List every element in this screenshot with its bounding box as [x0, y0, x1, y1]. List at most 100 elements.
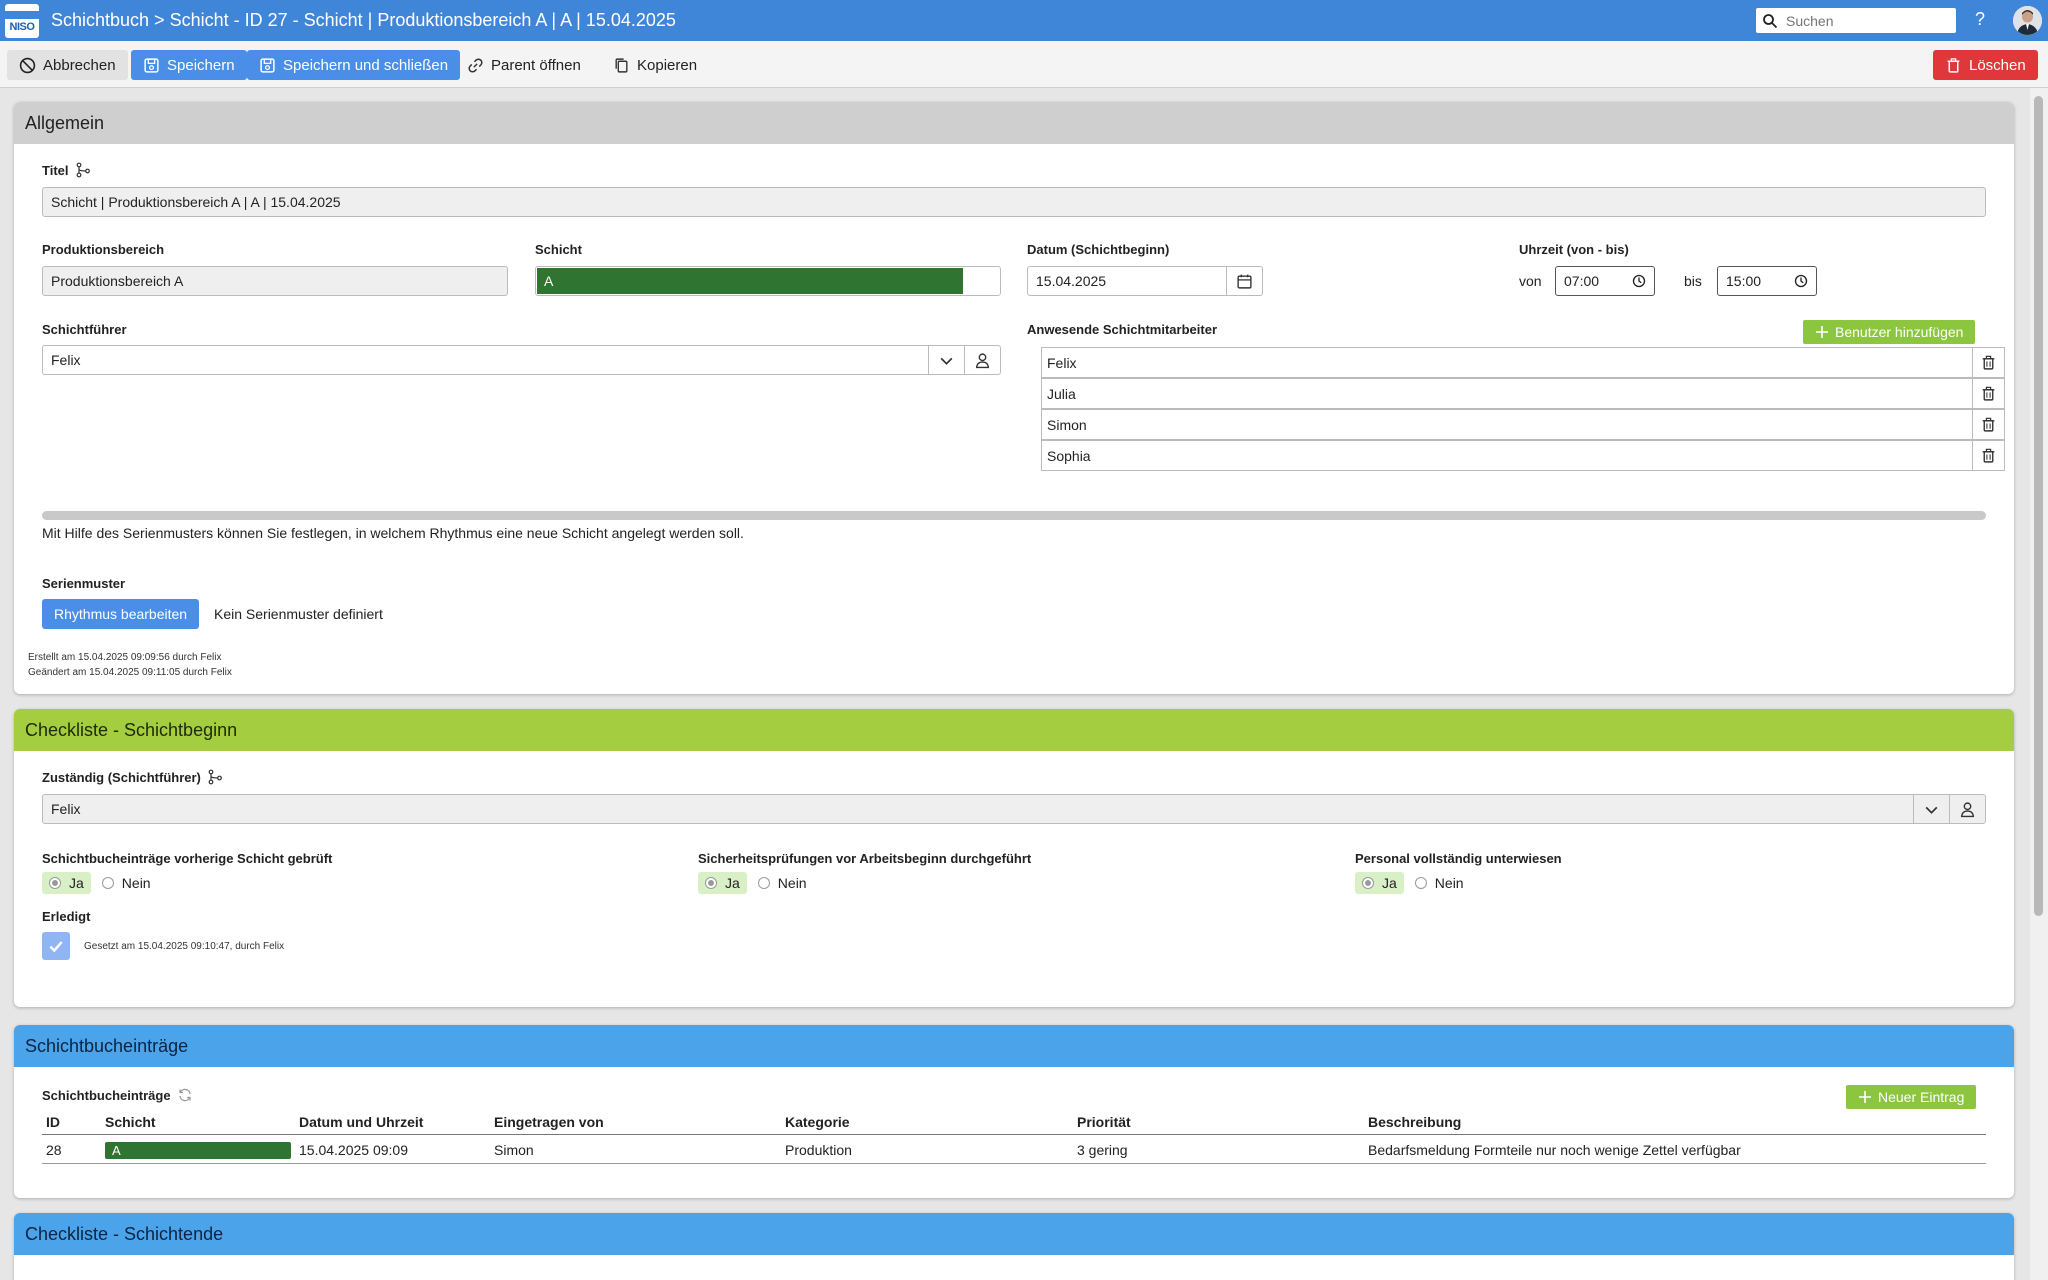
radio-checked-icon	[49, 877, 61, 889]
column-header-kategorie[interactable]: Kategorie	[785, 1114, 850, 1130]
user-avatar[interactable]	[2013, 6, 2042, 35]
help-icon[interactable]: ?	[1975, 9, 1985, 30]
mitarbeiter-row[interactable]: Julia	[1041, 378, 2005, 409]
schicht-value: A	[544, 273, 554, 289]
hierarchy-icon[interactable]	[207, 769, 223, 785]
open-parent-label: Parent öffnen	[491, 56, 581, 74]
erledigt-note: Gesetzt am 15.04.2025 09:10:47, durch Fe…	[84, 941, 285, 952]
mitarbeiter-label: Anwesende Schichtmitarbeiter	[1027, 322, 1217, 337]
clock-icon[interactable]	[1794, 274, 1808, 288]
scrollbar-thumb[interactable]	[2034, 96, 2043, 916]
zustaendig-select[interactable]: Felix	[42, 794, 1986, 824]
column-header-schicht[interactable]: Schicht	[105, 1114, 156, 1130]
cell-eingetragen: Simon	[494, 1142, 534, 1158]
titel-label: Titel	[42, 162, 91, 178]
save-button[interactable]: Speichern	[131, 50, 247, 80]
schicht-label: Schicht	[535, 242, 582, 257]
question-label: Personal vollständig unterwiesen	[1355, 851, 1562, 866]
von-time-field[interactable]: 07:00	[1555, 266, 1655, 296]
titel-field[interactable]: Schicht | Produktionsbereich A | A | 15.…	[42, 187, 1986, 217]
column-header-beschreibung[interactable]: Beschreibung	[1368, 1114, 1461, 1130]
section-eintraege: Schichtbucheinträge Schichtbucheinträge …	[14, 1025, 2014, 1198]
question-radio-group: Ja Nein	[42, 872, 156, 894]
column-header-prioritaet[interactable]: Priorität	[1077, 1114, 1131, 1130]
schichtfuehrer-value: Felix	[51, 352, 81, 368]
erledigt-checkbox[interactable]	[42, 932, 70, 960]
table-row[interactable]: 28 A 15.04.2025 09:09 Simon Produktion 3…	[42, 1136, 1986, 1164]
remove-mitarbeiter-button[interactable]	[1972, 410, 2004, 439]
radio-unchecked-icon	[757, 877, 770, 889]
user-icon	[1960, 801, 1975, 817]
content-area[interactable]: Allgemein Titel Schicht | Produktionsber…	[0, 88, 2030, 1280]
column-header-datum[interactable]: Datum und Uhrzeit	[299, 1114, 423, 1130]
trash-icon	[1982, 448, 1995, 463]
add-user-button[interactable]: Benutzer hinzufügen	[1803, 320, 1976, 344]
radio-no[interactable]: Nein	[1410, 872, 1469, 894]
radio-yes[interactable]: Ja	[698, 872, 747, 894]
window-title: Schichtbuch > Schicht - ID 27 - Schicht …	[51, 10, 676, 30]
radio-no[interactable]: Nein	[97, 872, 156, 894]
delete-button[interactable]: Löschen	[1933, 50, 2038, 80]
search-input[interactable]	[1784, 11, 1944, 30]
plus-icon	[1816, 326, 1828, 338]
bis-time-field[interactable]: 15:00	[1717, 266, 1817, 296]
mitarbeiter-name: Felix	[1047, 354, 1077, 371]
radio-checked-icon	[705, 877, 717, 889]
changed-info: Geändert am 15.04.2025 09:11:05 durch Fe…	[28, 667, 232, 678]
erledigt-label: Erledigt	[42, 909, 91, 924]
cell-kategorie: Produktion	[785, 1142, 852, 1158]
cancel-label: Abbrechen	[43, 56, 116, 74]
radio-checked-icon	[1362, 877, 1374, 889]
dropdown-toggle[interactable]	[928, 346, 964, 374]
user-picker-button[interactable]	[964, 346, 1000, 374]
checkmark-icon	[49, 941, 63, 953]
search-box[interactable]	[1756, 8, 1956, 33]
trash-icon	[1982, 417, 1995, 432]
datum-field[interactable]: 15.04.2025	[1027, 266, 1263, 296]
copy-button[interactable]: Kopieren	[601, 50, 709, 80]
datum-value: 15.04.2025	[1036, 273, 1107, 289]
refresh-icon[interactable]	[177, 1087, 193, 1103]
schichtfuehrer-select[interactable]: Felix	[42, 345, 1001, 375]
mitarbeiter-row[interactable]: Sophia	[1041, 440, 2005, 471]
logo-text: NISO	[9, 20, 35, 33]
remove-mitarbeiter-button[interactable]	[1972, 441, 2004, 470]
open-parent-button[interactable]: Parent öffnen	[455, 50, 593, 80]
clock-icon[interactable]	[1632, 274, 1646, 288]
cell-prioritaet: 3 gering	[1077, 1142, 1128, 1158]
hierarchy-icon[interactable]	[75, 162, 91, 178]
radio-no[interactable]: Nein	[753, 872, 812, 894]
dropdown-toggle[interactable]	[1913, 795, 1949, 823]
column-header-id[interactable]: ID	[46, 1114, 60, 1130]
new-entry-button[interactable]: Neuer Eintrag	[1846, 1085, 1977, 1109]
radio-no-label: Nein	[777, 875, 807, 891]
cancel-button[interactable]: Abbrechen	[7, 50, 128, 80]
section-checkliste-ende: Checkliste - Schichtende	[14, 1213, 2014, 1280]
schicht-field[interactable]: A	[535, 266, 1001, 296]
mitarbeiter-row[interactable]: Simon	[1041, 409, 2005, 440]
copy-icon	[615, 57, 628, 73]
section-allgemein: Allgemein Titel Schicht | Produktionsber…	[14, 102, 2014, 694]
user-picker-button[interactable]	[1949, 795, 1985, 823]
remove-mitarbeiter-button[interactable]	[1972, 348, 2004, 377]
app-logo[interactable]: NISO	[5, 3, 39, 38]
bis-label: bis	[1684, 273, 1702, 289]
save-close-button[interactable]: Speichern und schließen	[247, 50, 461, 80]
rhythmus-bearbeiten-button[interactable]: Rhythmus bearbeiten	[42, 599, 200, 629]
radio-yes[interactable]: Ja	[1355, 872, 1404, 894]
column-header-eingetragen[interactable]: Eingetragen von	[494, 1114, 604, 1130]
cancel-icon	[19, 57, 36, 73]
radio-yes-label: Ja	[725, 875, 740, 891]
produktionsbereich-field[interactable]: Produktionsbereich A	[42, 266, 508, 296]
datum-label: Datum (Schichtbeginn)	[1027, 242, 1170, 257]
question-radio-group: Ja Nein	[1355, 872, 1469, 894]
radio-yes[interactable]: Ja	[42, 872, 91, 894]
section-heading: Allgemein	[14, 102, 2014, 144]
remove-mitarbeiter-button[interactable]	[1972, 379, 2004, 408]
mitarbeiter-row[interactable]: Felix	[1041, 347, 2005, 378]
von-label: von	[1519, 273, 1542, 289]
calendar-button[interactable]	[1226, 267, 1262, 295]
chevron-down-icon	[1925, 806, 1938, 814]
von-value: 07:00	[1564, 273, 1600, 289]
user-icon	[975, 352, 990, 368]
